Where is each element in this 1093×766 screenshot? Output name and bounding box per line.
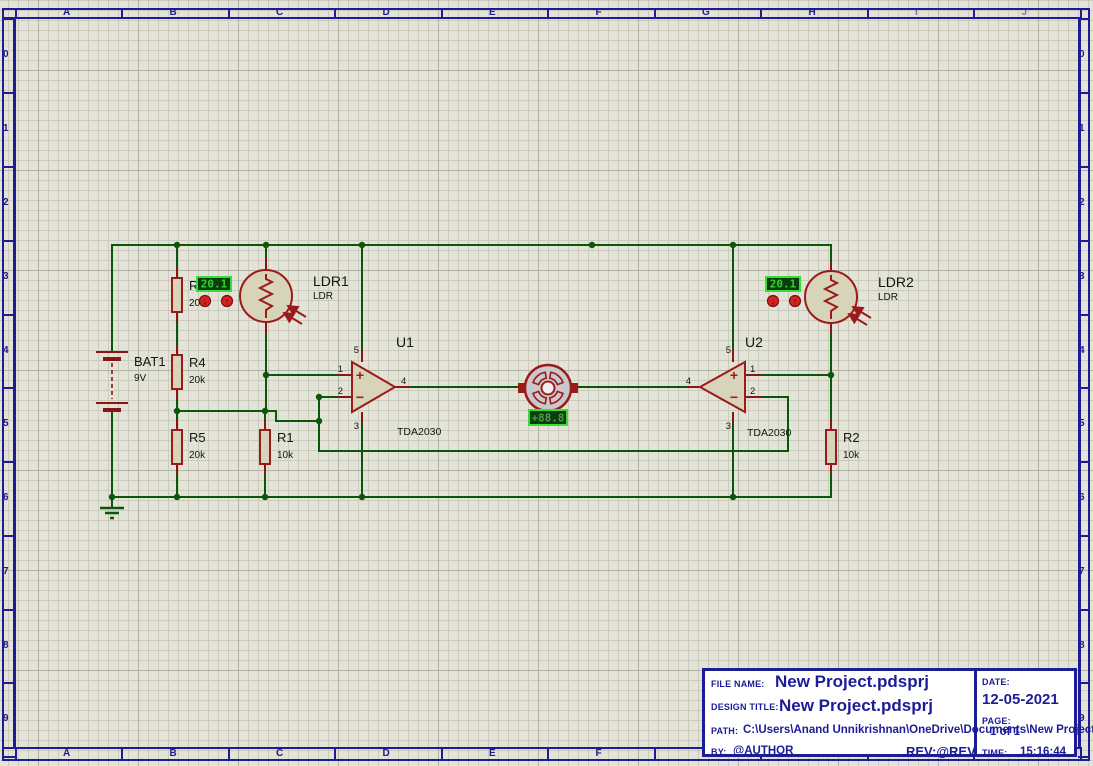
wire[interactable] <box>112 245 831 352</box>
component-value[interactable]: 20k <box>189 450 206 461</box>
time-label: TIME: <box>982 749 1008 758</box>
design-title-label: DESIGN TITLE: <box>711 703 779 712</box>
schematic-canvas[interactable]: BAT19VR320kR420kR520kR110kR210kLDR1LDRLD… <box>0 0 1093 766</box>
motor-shaft <box>542 382 555 395</box>
junction-dot <box>174 408 180 414</box>
pin-number: 2 <box>750 386 755 397</box>
junction-dot <box>263 242 269 248</box>
junction-dot <box>174 494 180 500</box>
opamp-input-sign: − <box>356 389 364 405</box>
junction-dot <box>263 372 269 378</box>
junction-dot <box>174 242 180 248</box>
date-value: 12-05-2021 <box>982 692 1059 707</box>
component-value[interactable]: LDR <box>313 291 333 302</box>
component-ref[interactable]: U1 <box>396 334 414 350</box>
rev-value: REV:@REV <box>906 745 976 758</box>
resistor-R3[interactable] <box>172 278 182 312</box>
opamp-U2[interactable] <box>700 362 745 412</box>
component-ref[interactable]: LDR1 <box>313 273 349 289</box>
value-display-text: 20.1 <box>770 278 797 291</box>
junction-dot <box>359 494 365 500</box>
junction-dot <box>359 242 365 248</box>
pin-number: 5 <box>354 345 359 356</box>
resistor-R2[interactable] <box>826 430 836 464</box>
pin-number: 3 <box>726 421 731 432</box>
by-value: @AUTHOR <box>733 746 793 758</box>
file-name-value: New Project.pdsprj <box>775 673 929 690</box>
junction-dot <box>316 418 322 424</box>
component-value[interactable]: 10k <box>277 450 294 461</box>
component-ref[interactable]: R5 <box>189 430 206 445</box>
pin-number: 4 <box>401 376 406 387</box>
path-value: C:\Users\Anand Unnikrishnan\OneDrive\Doc… <box>743 725 1093 737</box>
knob-arrow-icon: ↓ <box>203 297 208 307</box>
schematic-sheet[interactable]: AABBCCDDEEFFGGHHIIJJ00112233445566778899… <box>0 0 1093 766</box>
light-arrow-icon <box>284 313 302 324</box>
junction-dot <box>828 372 834 378</box>
pin-number: 4 <box>686 376 691 387</box>
component-ref[interactable]: R2 <box>843 430 860 445</box>
component-ref[interactable]: BAT1 <box>134 354 166 369</box>
light-arrow-icon <box>288 306 306 317</box>
title-block-divider <box>974 671 977 754</box>
design-title-value: New Project.pdsprj <box>779 697 933 714</box>
junction-dot <box>316 394 322 400</box>
pin-number: 1 <box>750 364 755 375</box>
component-value[interactable]: 20k <box>189 375 206 386</box>
value-display-text: 20.1 <box>201 278 228 291</box>
by-label: BY: <box>711 748 726 757</box>
wire[interactable] <box>177 411 319 421</box>
pin-number: 1 <box>338 364 343 375</box>
component-value[interactable]: TDA2030 <box>747 427 792 439</box>
path-label: PATH: <box>711 727 738 736</box>
knob-arrow-icon: ↓ <box>771 297 776 307</box>
junction-dot <box>109 494 115 500</box>
component-ref[interactable]: U2 <box>745 334 763 350</box>
component-value[interactable]: 9V <box>134 373 147 384</box>
component-value[interactable]: 10k <box>843 450 860 461</box>
wire[interactable] <box>112 412 831 497</box>
component-ref[interactable]: R4 <box>189 355 206 370</box>
file-name-label: FILE NAME: <box>711 680 765 689</box>
value-display-text: +88.8 <box>531 412 564 425</box>
light-arrow-icon <box>849 314 867 325</box>
component-value[interactable]: LDR <box>878 292 898 303</box>
resistor-R1[interactable] <box>260 430 270 464</box>
junction-dot <box>262 494 268 500</box>
pin-number: 3 <box>354 421 359 432</box>
opamp-input-sign: − <box>730 389 738 405</box>
opamp-input-sign: + <box>356 367 364 383</box>
knob-arrow-icon: ↑ <box>793 297 798 307</box>
pin-number: 5 <box>726 345 731 356</box>
pin-number: 2 <box>338 386 343 397</box>
resistor-R4[interactable] <box>172 355 182 389</box>
light-arrow-icon <box>853 307 871 318</box>
opamp-input-sign: + <box>730 367 738 383</box>
date-label: DATE: <box>982 678 1010 687</box>
title-block: FILE NAME: New Project.pdsprj DESIGN TIT… <box>702 668 1077 757</box>
component-ref[interactable]: R1 <box>277 430 294 445</box>
junction-dot <box>730 242 736 248</box>
resistor-R5[interactable] <box>172 430 182 464</box>
junction-dot <box>589 242 595 248</box>
component-value[interactable]: TDA2030 <box>397 426 442 438</box>
time-value: 15:16:44 <box>1020 747 1066 759</box>
component-ref[interactable]: LDR2 <box>878 274 914 290</box>
junction-dot <box>730 494 736 500</box>
knob-arrow-icon: ↑ <box>225 297 230 307</box>
junction-dot <box>262 408 268 414</box>
